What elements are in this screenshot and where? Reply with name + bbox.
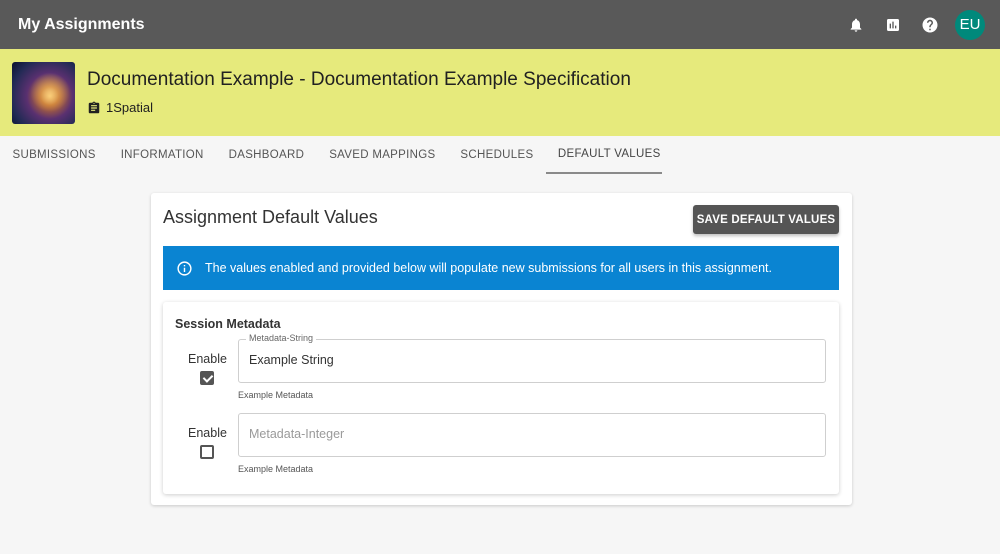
assignment-thumbnail [12,62,75,124]
appbar-actions: EU [837,6,985,43]
metadata-integer-field[interactable] [238,413,826,457]
tab-default-values[interactable]: DEFAULT VALUES [545,136,662,174]
bar-chart-icon[interactable] [874,6,911,43]
info-icon [177,260,192,276]
default-values-card: Assignment Default Values SAVE DEFAULT V… [151,193,852,505]
enable-checkbox-integer[interactable] [200,445,214,459]
session-metadata-card: Session Metadata Enable Metadata-String … [163,302,839,494]
user-avatar[interactable]: EU [955,9,985,40]
info-text: The values enabled and provided below wi… [205,261,772,275]
session-metadata-title: Session Metadata [175,317,281,331]
assignment-title: Documentation Example - Documentation Ex… [87,69,631,90]
info-alert: The values enabled and provided below wi… [163,246,839,290]
metadata-integer-input[interactable] [249,427,809,441]
organisation-name: 1Spatial [106,100,153,115]
tab-schedules[interactable]: SCHEDULES [448,136,546,174]
enable-label: Enable [188,352,227,366]
app-bar: My Assignments EU [0,0,1000,49]
enable-checkbox-string[interactable] [200,371,214,385]
enable-label: Enable [188,426,227,440]
metadata-string-input[interactable] [249,353,809,367]
helper-text: Example Metadata [238,390,314,400]
field-legend: Metadata-String [246,333,317,343]
tab-submissions[interactable]: SUBMISSIONS [0,136,108,174]
clipboard-icon [88,101,100,113]
organisation: 1Spatial [87,100,153,115]
metadata-string-field[interactable]: Metadata-String [238,333,826,383]
tab-saved-mappings[interactable]: SAVED MAPPINGS [317,136,448,174]
card-title: Assignment Default Values [163,207,378,227]
save-default-values-button[interactable]: SAVE DEFAULT VALUES [693,205,839,234]
bell-icon[interactable] [837,6,874,43]
help-icon[interactable] [911,6,948,43]
assignment-banner: Documentation Example - Documentation Ex… [0,49,1000,136]
tab-bar: SUBMISSIONS INFORMATION DASHBOARD SAVED … [0,136,662,174]
helper-text: Example Metadata [238,464,314,474]
tab-dashboard[interactable]: DASHBOARD [216,136,317,174]
app-title: My Assignments [18,15,145,33]
tab-information[interactable]: INFORMATION [108,136,216,174]
